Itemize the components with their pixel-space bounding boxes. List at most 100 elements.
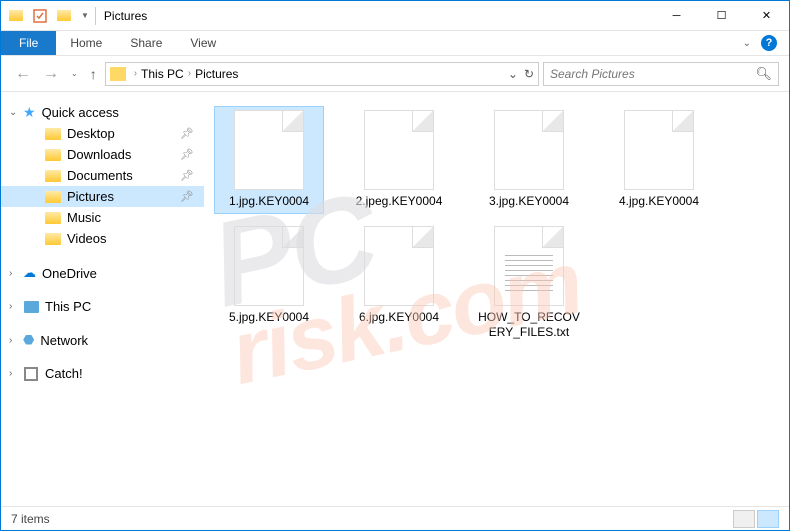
- sidebar-label: OneDrive: [42, 266, 97, 281]
- pin-icon: 📌︎: [180, 169, 194, 182]
- catch-icon: [23, 367, 39, 381]
- nav-back-button[interactable]: ←: [11, 62, 35, 86]
- qat-newfolder-icon[interactable]: [53, 5, 75, 27]
- chevron-right-icon[interactable]: ›: [134, 68, 137, 79]
- pin-icon: 📌︎: [180, 148, 194, 161]
- file-label: 1.jpg.KEY0004: [229, 194, 309, 210]
- sidebar-item-pictures[interactable]: Pictures 📌︎: [1, 186, 204, 207]
- folder-icon: [45, 148, 61, 162]
- ribbon-collapse-icon[interactable]: ⌄: [743, 38, 751, 49]
- minimize-button[interactable]: ─: [654, 1, 699, 30]
- file-icon: [624, 110, 694, 190]
- status-count: 7 items: [11, 512, 50, 526]
- file-item[interactable]: 6.jpg.KEY0004: [344, 222, 454, 345]
- sidebar-item-label: Videos: [67, 231, 107, 246]
- sidebar-item-videos[interactable]: Videos: [1, 228, 204, 249]
- network-icon: ⬣: [23, 332, 34, 348]
- file-label: 6.jpg.KEY0004: [359, 310, 439, 326]
- sidebar-quick-access[interactable]: ⌄ ★ Quick access: [1, 102, 204, 123]
- nav-up-button[interactable]: ↑: [86, 66, 101, 82]
- file-label: 5.jpg.KEY0004: [229, 310, 309, 326]
- chevron-right-icon[interactable]: ›: [188, 68, 191, 79]
- address-bar: ← → ⌄ ↑ › This PC › Pictures ⌄ ↻ 🔍︎: [1, 56, 789, 92]
- file-item[interactable]: 1.jpg.KEY0004: [214, 106, 324, 214]
- file-label: HOW_TO_RECOVERY_FILES.txt: [478, 310, 580, 341]
- sidebar-label: Quick access: [42, 105, 119, 120]
- file-item[interactable]: 4.jpg.KEY0004: [604, 106, 714, 214]
- breadcrumb-pictures[interactable]: Pictures: [195, 67, 238, 81]
- maximize-button[interactable]: ☐: [699, 1, 744, 30]
- file-icon: [234, 226, 304, 306]
- file-icon: [364, 226, 434, 306]
- nav-forward-button[interactable]: →: [39, 62, 63, 86]
- search-box[interactable]: 🔍︎: [543, 62, 779, 86]
- file-grid[interactable]: 1.jpg.KEY0004 2.jpeg.KEY0004 3.jpg.KEY0004…: [204, 92, 789, 507]
- titlebar: ▼ Pictures ─ ☐ ✕: [1, 1, 789, 31]
- folder-icon: [110, 67, 126, 81]
- statusbar: 7 items: [1, 506, 789, 530]
- pin-icon: 📌︎: [180, 190, 194, 203]
- window-title: Pictures: [104, 9, 147, 23]
- sidebar-label: Catch!: [45, 366, 83, 381]
- sidebar-item-downloads[interactable]: Downloads 📌︎: [1, 144, 204, 165]
- file-icon: [364, 110, 434, 190]
- file-label: 2.jpeg.KEY0004: [356, 194, 443, 210]
- help-icon[interactable]: ?: [761, 35, 777, 51]
- star-icon: ★: [23, 104, 36, 121]
- view-details-button[interactable]: [733, 510, 755, 528]
- file-icon: [234, 110, 304, 190]
- ribbon-view-tab[interactable]: View: [176, 31, 230, 55]
- sidebar-label: Network: [40, 333, 88, 348]
- file-icon: [494, 226, 564, 306]
- chevron-down-icon: ⌄: [9, 107, 17, 118]
- sidebar-item-desktop[interactable]: Desktop 📌︎: [1, 123, 204, 144]
- ribbon-file-tab[interactable]: File: [1, 31, 56, 55]
- chevron-right-icon: ›: [9, 335, 12, 346]
- folder-icon: [45, 211, 61, 225]
- separator: [95, 7, 96, 25]
- breadcrumb[interactable]: › This PC › Pictures ⌄ ↻: [105, 62, 539, 86]
- sidebar-item-documents[interactable]: Documents📌︎: [1, 165, 204, 186]
- ribbon-home-tab[interactable]: Home: [56, 31, 116, 55]
- breadcrumb-thispc[interactable]: This PC: [141, 67, 184, 81]
- file-item[interactable]: 3.jpg.KEY0004: [474, 106, 584, 214]
- nav-history-dropdown[interactable]: ⌄: [67, 69, 82, 78]
- chevron-right-icon: ›: [9, 301, 12, 312]
- refresh-icon[interactable]: ↻: [524, 67, 534, 81]
- folder-icon: [45, 232, 61, 246]
- file-label: 4.jpg.KEY0004: [619, 194, 699, 210]
- folder-icon: [45, 190, 61, 204]
- chevron-right-icon: ›: [9, 268, 12, 279]
- sidebar-network[interactable]: › ⬣ Network: [1, 330, 204, 350]
- sidebar-onedrive[interactable]: › ☁ OneDrive: [1, 263, 204, 283]
- search-input[interactable]: [550, 67, 755, 81]
- sidebar-thispc[interactable]: › This PC: [1, 297, 204, 316]
- sidebar: ⌄ ★ Quick access Desktop📌︎Downloads📌︎Doc…: [1, 92, 204, 507]
- sidebar-item-label: Downloads: [67, 147, 131, 162]
- qat-properties-icon[interactable]: [29, 5, 51, 27]
- search-icon[interactable]: 🔍︎: [755, 66, 772, 82]
- file-icon: [494, 110, 564, 190]
- sidebar-item-label: Music: [67, 210, 101, 225]
- pin-icon: 📌︎: [180, 127, 194, 140]
- close-button[interactable]: ✕: [744, 1, 789, 30]
- chevron-right-icon: ›: [9, 368, 12, 379]
- file-item[interactable]: 2.jpeg.KEY0004: [344, 106, 454, 214]
- view-icons-button[interactable]: [757, 510, 779, 528]
- pc-icon: [23, 300, 39, 314]
- folder-icon: [45, 127, 61, 141]
- sidebar-item-label: Pictures: [67, 189, 114, 204]
- sidebar-item-label: Desktop: [67, 126, 115, 141]
- file-item[interactable]: 5.jpg.KEY0004: [214, 222, 324, 345]
- sidebar-label: This PC: [45, 299, 91, 314]
- ribbon: File Home Share View ⌄ ?: [1, 31, 789, 56]
- breadcrumb-dropdown-icon[interactable]: ⌄: [508, 67, 518, 81]
- folder-icon: [45, 169, 61, 183]
- explorer-icon: [5, 5, 27, 27]
- ribbon-share-tab[interactable]: Share: [116, 31, 176, 55]
- file-item[interactable]: HOW_TO_RECOVERY_FILES.txt: [474, 222, 584, 345]
- sidebar-item-music[interactable]: Music: [1, 207, 204, 228]
- sidebar-catch[interactable]: › Catch!: [1, 364, 204, 383]
- qat-dropdown-icon[interactable]: ▼: [81, 11, 89, 20]
- file-label: 3.jpg.KEY0004: [489, 194, 569, 210]
